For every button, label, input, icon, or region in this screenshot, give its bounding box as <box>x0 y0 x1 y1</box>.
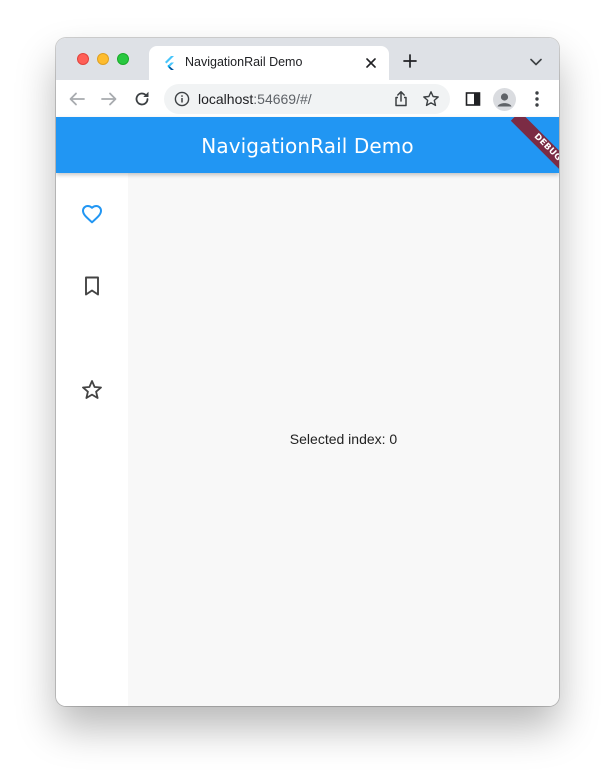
url-path: :54669/#/ <box>253 91 312 107</box>
side-panel-icon[interactable] <box>461 87 485 111</box>
navigation-rail <box>56 173 128 706</box>
browser-window: NavigationRail Demo localhost:54669/#/ N… <box>56 38 559 706</box>
tab-title: NavigationRail Demo <box>185 55 303 69</box>
tab-strip: NavigationRail Demo <box>56 38 559 80</box>
browser-tab[interactable]: NavigationRail Demo <box>149 46 389 80</box>
rail-destination-favorite[interactable] <box>56 188 128 244</box>
minimize-window-button[interactable] <box>97 53 109 65</box>
url-host: localhost <box>198 91 254 107</box>
more-vert-icon[interactable] <box>525 87 549 111</box>
selected-index-text: Selected index: 0 <box>289 431 398 447</box>
close-window-button[interactable] <box>77 53 89 65</box>
address-bar[interactable]: localhost:54669/#/ <box>164 84 450 114</box>
maximize-window-button[interactable] <box>117 53 129 65</box>
url-text: localhost:54669/#/ <box>198 91 312 107</box>
info-icon[interactable] <box>174 91 190 107</box>
debug-banner-label: DEBUG <box>510 117 559 177</box>
debug-banner: DEBUG <box>499 117 559 177</box>
tab-search-chevron-down-icon[interactable] <box>526 52 546 72</box>
favorite-icon <box>80 202 104 231</box>
bookmark-icon <box>80 274 104 303</box>
browser-toolbar: localhost:54669/#/ <box>56 80 559 118</box>
share-icon[interactable] <box>392 90 410 108</box>
back-arrow-icon[interactable] <box>65 87 89 111</box>
star-icon <box>80 378 104 407</box>
flutter-icon <box>163 56 177 70</box>
forward-arrow-icon[interactable] <box>97 87 121 111</box>
page-title: NavigationRail Demo <box>201 134 414 158</box>
tab-close-icon[interactable] <box>363 55 379 71</box>
profile-avatar-icon[interactable] <box>493 88 516 111</box>
app-bar: NavigationRail Demo <box>56 117 559 173</box>
rail-destination-bookmark[interactable] <box>56 260 128 316</box>
main-content: Selected index: 0 <box>128 173 559 706</box>
rail-destination-star[interactable] <box>56 364 128 420</box>
bookmark-star-icon[interactable] <box>422 90 440 108</box>
reload-icon[interactable] <box>130 87 154 111</box>
new-tab-plus-icon[interactable] <box>400 51 420 71</box>
